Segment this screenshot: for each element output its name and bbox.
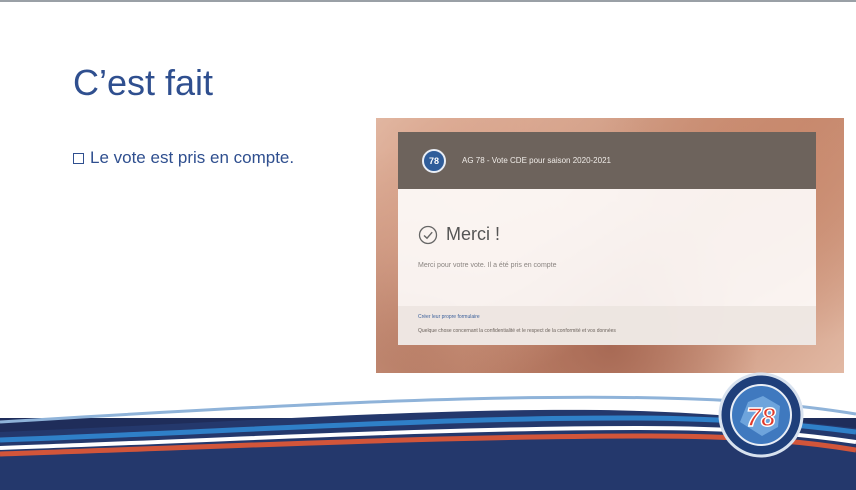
confirmation-screenshot: 78 AG 78 - Vote CDE pour saison 2020-202… — [376, 118, 844, 373]
footer-notice: Quelque chose concernant la confidential… — [418, 328, 616, 334]
form-footer: Créer leur propre formulaire Quelque cho… — [398, 306, 816, 345]
club-logo-icon: 78 — [422, 148, 446, 173]
bullet-text: Le vote est pris en compte. — [90, 148, 295, 167]
badge-number: 78 — [747, 402, 776, 432]
top-border — [0, 0, 856, 2]
checkbox-bullet-icon — [73, 152, 84, 164]
form-header: 78 AG 78 - Vote CDE pour saison 2020-202… — [398, 132, 816, 189]
bullet-item: Le vote est pris en compte. — [73, 148, 294, 168]
form-title: AG 78 - Vote CDE pour saison 2020-2021 — [462, 156, 611, 165]
merci-row: Merci ! — [418, 224, 500, 245]
club-badge-icon: 78 — [718, 372, 804, 458]
check-circle-icon — [418, 225, 438, 244]
create-form-link[interactable]: Créer leur propre formulaire — [418, 314, 480, 320]
form-card: 78 AG 78 - Vote CDE pour saison 2020-202… — [398, 132, 816, 345]
confirmation-message: Merci pour votre vote. Il a été pris en … — [418, 262, 557, 269]
slide-title: C’est fait — [73, 62, 214, 103]
club-logo-text: 78 — [428, 155, 439, 166]
merci-heading: Merci ! — [446, 224, 500, 244]
